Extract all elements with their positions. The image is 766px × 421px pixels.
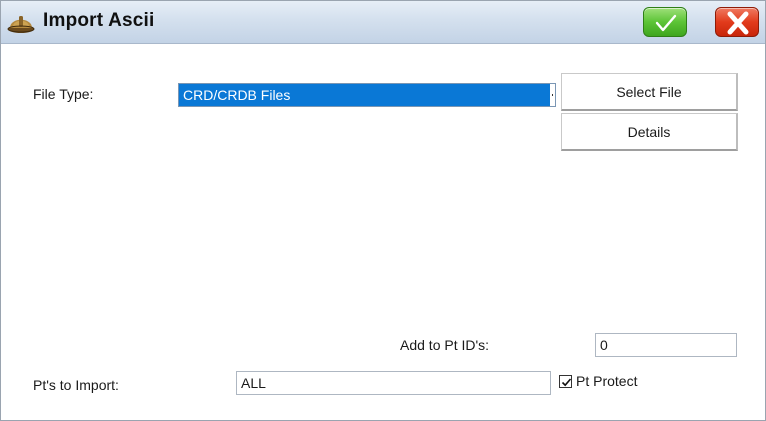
title-bar: Import Ascii: [1, 1, 765, 44]
checkmark-icon: [561, 378, 572, 387]
checkmark-icon: [655, 14, 677, 32]
file-type-label: File Type:: [33, 86, 94, 102]
pts-to-import-label: Pt's to Import:: [33, 377, 119, 393]
add-to-pt-ids-input[interactable]: 0: [595, 333, 737, 357]
window-title: Import Ascii: [43, 10, 155, 31]
dropdown-arrow-icon[interactable]: [550, 84, 555, 106]
hardhat-icon: [6, 7, 36, 37]
file-type-selected-value: CRD/CRDB Files: [183, 87, 291, 103]
ok-button[interactable]: [643, 7, 687, 37]
x-icon: [727, 11, 749, 35]
details-button[interactable]: Details: [561, 113, 738, 151]
pts-to-import-input[interactable]: ALL: [236, 371, 551, 395]
pt-protect-checkbox[interactable]: [559, 375, 572, 388]
close-button[interactable]: [715, 7, 759, 37]
import-ascii-dialog: Import Ascii File Type: CRD/CRDB Files S…: [0, 0, 766, 421]
file-type-dropdown[interactable]: CRD/CRDB Files: [178, 83, 556, 107]
pt-protect-label: Pt Protect: [576, 373, 638, 389]
select-file-button[interactable]: Select File: [561, 73, 738, 111]
add-to-pt-ids-label: Add to Pt ID's:: [400, 337, 490, 353]
